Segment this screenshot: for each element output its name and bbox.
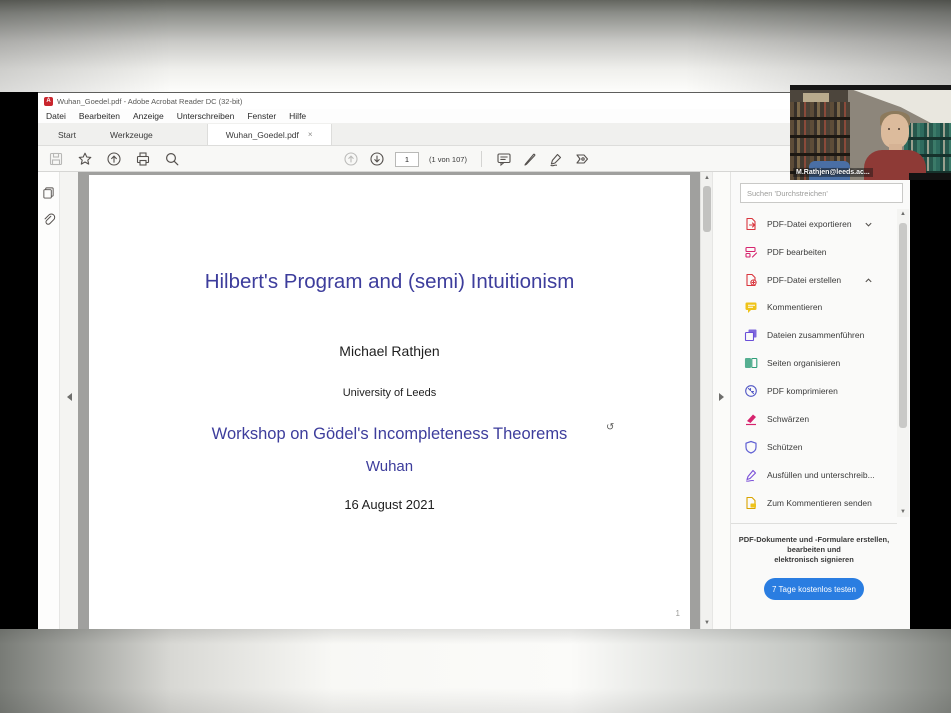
fill-sign-icon xyxy=(744,468,758,482)
tool-redact[interactable]: Schwärzen xyxy=(731,405,895,433)
combine-files-icon xyxy=(744,328,758,342)
slide-date: 16 August 2021 xyxy=(89,497,690,512)
letterbox-bottom xyxy=(0,629,951,713)
promo-text: PDF-Dokumente und -Formulare erstellen, … xyxy=(731,535,897,565)
next-page-icon[interactable] xyxy=(369,151,385,167)
tool-comment[interactable]: Kommentieren xyxy=(731,293,895,321)
window-title: Wuhan_Goedel.pdf - Adobe Acrobat Reader … xyxy=(57,97,242,106)
previous-page-icon[interactable] xyxy=(343,151,359,167)
tab-document-label: Wuhan_Goedel.pdf xyxy=(226,130,299,140)
chevron-down-icon[interactable] xyxy=(864,220,873,229)
export-pdf-icon xyxy=(744,217,758,231)
tool-edit-pdf[interactable]: PDF bearbeiten xyxy=(731,238,895,266)
tool-send-comments[interactable]: Zum Kommentieren senden xyxy=(731,489,895,517)
acrobat-window: A Wuhan_Goedel.pdf - Adobe Acrobat Reade… xyxy=(38,92,910,628)
star-icon[interactable] xyxy=(77,151,93,167)
comment-icon xyxy=(744,300,758,314)
organize-pages-icon xyxy=(744,356,758,370)
redact-icon xyxy=(744,412,758,426)
slide-page-number: 1 xyxy=(676,609,680,618)
free-trial-button[interactable]: 7 Tage kostenlos testen xyxy=(764,578,864,600)
slide-title: Hilbert's Program and (semi) Intuitionis… xyxy=(89,270,690,294)
main-toolbar: (1 von 107) xyxy=(38,146,910,172)
tool-combine-files[interactable]: Dateien zusammenführen xyxy=(731,321,895,349)
edit-pdf-icon xyxy=(744,245,758,259)
menu-hilfe[interactable]: Hilfe xyxy=(289,111,306,121)
compress-pdf-icon xyxy=(744,384,758,398)
document-pane: Hilbert's Program and (semi) Intuitionis… xyxy=(78,172,700,629)
panel-scroll-down-icon[interactable]: ▼ xyxy=(897,509,909,515)
webcam-person-head xyxy=(881,114,909,148)
webcam-person-eye xyxy=(888,128,890,130)
slide-location: Wuhan xyxy=(89,458,690,475)
tab-close-icon[interactable]: × xyxy=(308,130,313,139)
tool-protect[interactable]: Schützen xyxy=(731,433,895,461)
webcam-bottom-bar xyxy=(909,173,951,180)
webcam-person-eye xyxy=(898,128,900,130)
video-frame: A Wuhan_Goedel.pdf - Adobe Acrobat Reade… xyxy=(0,0,951,713)
tool-fill-sign[interactable]: Ausfüllen und unterschreib... xyxy=(731,461,895,489)
tools-search-input[interactable] xyxy=(740,183,903,203)
menu-anzeige[interactable]: Anzeige xyxy=(133,111,164,121)
page-count-label: (1 von 107) xyxy=(429,155,467,164)
window-body: Hilbert's Program and (semi) Intuitionis… xyxy=(38,172,910,629)
document-scrollbar-thumb[interactable] xyxy=(703,186,711,232)
document-scrollbar[interactable]: ▲ ▼ xyxy=(700,172,712,629)
slide-event: Workshop on Gödel's Incompleteness Theor… xyxy=(89,425,690,444)
attachments-icon[interactable] xyxy=(42,213,55,226)
webcam-overlay: M.Rathjen@leeds.ac... xyxy=(790,85,951,180)
tools-panel: PDF-Datei exportieren PDF bearbeiten PDF… xyxy=(730,172,910,629)
acrobat-app-icon: A xyxy=(44,97,53,106)
menu-fenster[interactable]: Fenster xyxy=(247,111,276,121)
window-titlebar: A Wuhan_Goedel.pdf - Adobe Acrobat Reade… xyxy=(38,93,910,109)
share-icon[interactable] xyxy=(106,151,122,167)
comment-tool-icon[interactable] xyxy=(496,151,512,167)
tab-start[interactable]: Start xyxy=(44,124,90,145)
webcam-name-label: M.Rathjen@leeds.ac... xyxy=(793,168,873,177)
mouse-cursor-icon: ↺ xyxy=(606,422,614,433)
menu-bearbeiten[interactable]: Bearbeiten xyxy=(79,111,120,121)
fill-sign-tool-icon[interactable] xyxy=(548,151,564,167)
pdf-page[interactable]: Hilbert's Program and (semi) Intuitionis… xyxy=(89,175,690,629)
webcam-top-bar xyxy=(790,85,951,90)
print-icon[interactable] xyxy=(135,151,151,167)
menu-datei[interactable]: Datei xyxy=(46,111,66,121)
save-icon[interactable] xyxy=(48,151,64,167)
tab-document[interactable]: Wuhan_Goedel.pdf × xyxy=(207,124,332,145)
page-thumbnails-icon[interactable] xyxy=(42,186,55,199)
tool-create-pdf[interactable]: PDF-Datei erstellen xyxy=(731,266,895,294)
panel-scroll-up-icon[interactable]: ▲ xyxy=(897,211,909,217)
letterbox-top xyxy=(0,0,951,92)
navigation-rail xyxy=(38,172,60,629)
tool-export-pdf[interactable]: PDF-Datei exportieren xyxy=(731,210,895,238)
protect-shield-icon xyxy=(744,440,758,454)
tab-bar: Start Werkzeuge Wuhan_Goedel.pdf × xyxy=(38,124,910,146)
toolbar-divider xyxy=(481,151,482,167)
send-comments-icon xyxy=(744,496,758,510)
tool-compress-pdf[interactable]: PDF komprimieren xyxy=(731,377,895,405)
expand-panel-arrow-icon[interactable] xyxy=(719,393,724,401)
chevron-up-icon[interactable] xyxy=(864,276,873,285)
page-number-input[interactable] xyxy=(395,152,419,167)
panel-scrollbar-thumb[interactable] xyxy=(899,223,907,428)
create-pdf-icon xyxy=(744,273,758,287)
menu-bar: Datei Bearbeiten Anzeige Unterschreiben … xyxy=(38,109,910,124)
slide-author: Michael Rathjen xyxy=(89,343,690,359)
tab-werkzeuge[interactable]: Werkzeuge xyxy=(96,124,167,145)
collapse-pane-arrow-icon[interactable] xyxy=(67,393,72,401)
send-track-tool-icon[interactable] xyxy=(574,151,590,167)
highlight-tool-icon[interactable] xyxy=(522,151,538,167)
panel-divider xyxy=(731,523,897,524)
panel-scrollbar[interactable]: ▲ ▼ xyxy=(897,209,909,517)
tool-organize-pages[interactable]: Seiten organisieren xyxy=(731,349,895,377)
slide-affiliation: University of Leeds xyxy=(89,387,690,399)
search-icon[interactable] xyxy=(164,151,180,167)
menu-unterschreiben[interactable]: Unterschreiben xyxy=(177,111,235,121)
